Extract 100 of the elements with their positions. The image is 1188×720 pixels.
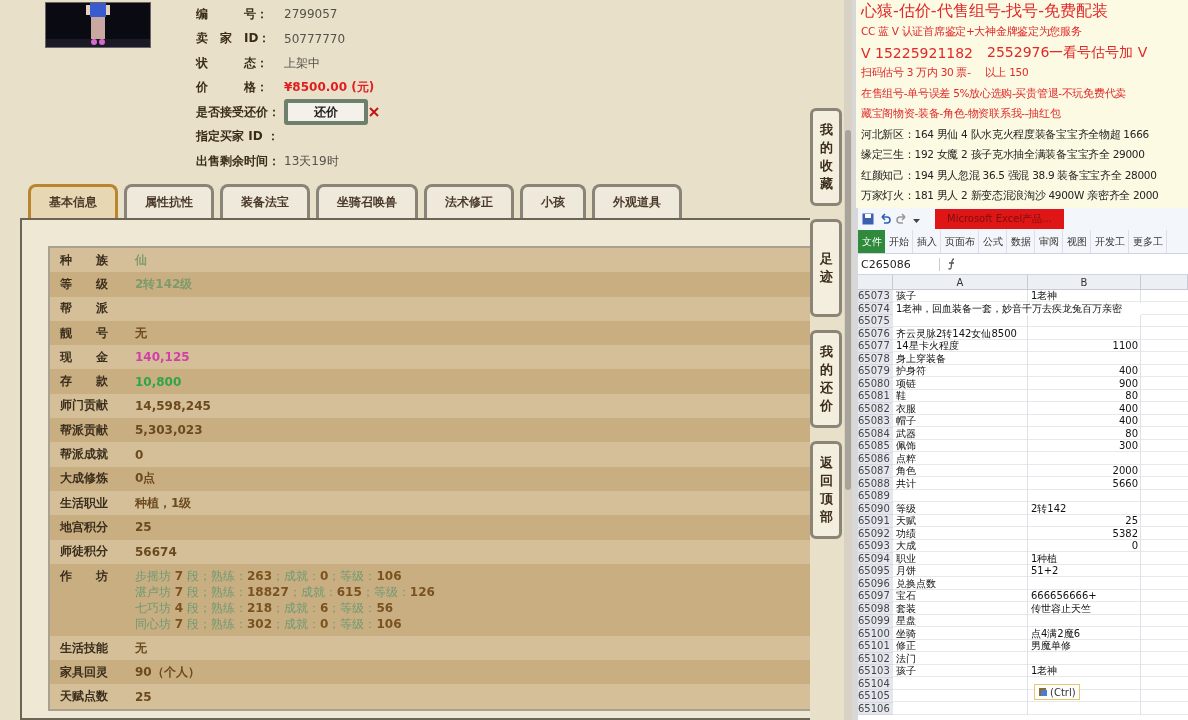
row-label: 师门贡献 (59, 397, 109, 415)
cell-text: 男魔单修 (1030, 640, 1072, 653)
ribbon-tab[interactable]: 公式 (979, 230, 1007, 253)
side-button[interactable]: 足迹 (810, 219, 842, 317)
redo-icon[interactable] (896, 213, 908, 225)
cell-text: 鞋 (895, 390, 907, 403)
scrollbar-thumb[interactable] (845, 130, 851, 490)
clipboard-icon (1038, 687, 1048, 697)
cell-text: 点粹 (895, 452, 917, 465)
workshop-line: 同心坊 7 段；熟练：302；成就：0；等级：106 (135, 615, 403, 632)
tab[interactable]: 小孩 (520, 184, 586, 218)
row-label: 大成修炼 (59, 470, 109, 488)
ribbon-tab[interactable]: 插入 (913, 230, 941, 253)
cell-text: 齐云灵脉2转142女仙8500 (895, 327, 1018, 340)
notice-text: 万家灯火：181 男人 2 新变态混浪淘沙 4900W 亲密齐全 2000 (861, 189, 1159, 204)
row-value: 无 (135, 324, 147, 342)
column-header[interactable]: A (893, 275, 1028, 290)
row-value: 90（个人） (135, 663, 200, 681)
field-value: 上架中 (284, 54, 320, 72)
tab[interactable]: 外观道具 (592, 184, 682, 218)
cell-text: 400 (1117, 415, 1139, 428)
row-value: 0点 (135, 470, 156, 488)
row-value: 56674 (135, 544, 177, 559)
cell-text: 月饼 (895, 565, 917, 578)
row-number: 65079 (858, 365, 893, 378)
field-label: 指定买家 ID ： (196, 128, 280, 146)
side-button[interactable]: 我的还价 (810, 330, 842, 428)
ribbon-tab[interactable]: 开始 (885, 230, 913, 253)
row-value: 140,125 (135, 350, 190, 365)
field-value: 13天19时 (284, 152, 339, 170)
cell-text: 孩子 (895, 665, 917, 678)
row-value: 14,598,245 (135, 398, 211, 413)
notice-text: 红颜知己：194 男人忽混 36.5 强混 38.9 装备宝宝齐全 28000 (861, 168, 1157, 183)
field-label: 状 态： (196, 54, 269, 72)
notice-text: 缘定三生：192 女魔 2 孩子克水抽全满装备宝宝齐全 29000 (861, 148, 1145, 163)
cell-text: 兑换点数 (895, 577, 937, 590)
cell-text: 400 (1117, 365, 1139, 378)
tab[interactable]: 基本信息 (28, 184, 118, 218)
cell-text: 法门 (895, 652, 917, 665)
counter-offer-button[interactable]: 还价 (284, 99, 368, 126)
notice-text: CC 蓝 V 认证首席鉴定+大神金牌鉴定为您服务 (861, 25, 1082, 40)
cell-text: 0 (1130, 540, 1139, 553)
ribbon-tab[interactable]: 更多工 (1129, 230, 1167, 253)
cell-text: 大成 (895, 540, 917, 553)
ribbon-tab[interactable]: 视图 (1063, 230, 1091, 253)
cell-text: 项链 (895, 377, 917, 390)
workshop-line: 湛卢坊 7 段；熟练：18827；成就：615；等级：126 (135, 583, 435, 600)
cell-text: 星盘 (895, 615, 917, 628)
ribbon-tab[interactable]: 开发工 (1091, 230, 1129, 253)
cell-text: 1老神 (1030, 290, 1059, 303)
row-label: 家具回灵 (59, 663, 109, 681)
tab[interactable]: 装备法宝 (220, 184, 310, 218)
row-label: 生活职业 (59, 494, 109, 512)
undo-icon[interactable] (879, 213, 891, 225)
row-number: 65081 (858, 390, 893, 403)
side-button[interactable]: 我的收藏 (810, 108, 842, 206)
cell-text: 14星卡火程度 (895, 340, 960, 353)
ribbon-tab[interactable]: 审阅 (1035, 230, 1063, 253)
ribbon-tab[interactable]: 文件 (858, 230, 885, 253)
row-label: 种 族 (59, 251, 109, 269)
save-icon[interactable] (862, 213, 874, 225)
paste-options-button[interactable]: (Ctrl) (1034, 684, 1080, 700)
row-number: 65073 (858, 290, 893, 303)
cell-text: 佩饰 (895, 440, 917, 453)
row-label: 帮派贡献 (59, 421, 109, 439)
cell-text: 2转142 (1030, 502, 1068, 515)
cell-text: 坐骑 (895, 627, 917, 640)
column-header-area (1141, 275, 1188, 290)
row-number: 65083 (858, 415, 893, 428)
cell-text: 角色 (895, 465, 917, 478)
tab[interactable]: 属性抗性 (124, 184, 214, 218)
row-number: 65103 (858, 665, 893, 678)
tab[interactable]: 法术修正 (424, 184, 514, 218)
row-label: 帮派成就 (59, 446, 109, 463)
cell: 1老神，回血装备一套，妙音千万去疾龙兔百万亲密 (893, 302, 1141, 315)
side-button[interactable]: 返回顶部 (810, 441, 842, 539)
name-box[interactable]: C265086 (858, 257, 940, 271)
row-value: 仙 (135, 251, 147, 269)
field-value: ¥8500.00 (元) (284, 79, 375, 97)
cell-text: 套装 (895, 602, 917, 615)
cell-text: 功绩 (895, 527, 917, 540)
cell-text: 25 (1124, 515, 1139, 528)
row-value: 无 (135, 639, 147, 657)
ribbon-tab[interactable]: 页面布 (941, 230, 979, 253)
row-number: 65099 (858, 615, 893, 628)
row-number: 65075 (858, 315, 893, 328)
cell-text: 修正 (895, 640, 917, 653)
row-number: 65085 (858, 440, 893, 453)
cell-text: 身上穿装备 (895, 352, 947, 365)
row-number: 65097 (858, 590, 893, 603)
column-header[interactable]: B (1028, 275, 1141, 290)
ribbon-tab[interactable]: 数据 (1007, 230, 1035, 253)
row-value: 10,800 (135, 374, 182, 389)
cell-text: 职业 (895, 552, 917, 565)
row-label: 等 级 (59, 275, 109, 293)
cell-text: 1老神 (1030, 665, 1059, 678)
row-number: 65095 (858, 565, 893, 578)
cell-text: 衣服 (895, 402, 917, 415)
tab[interactable]: 坐骑召唤兽 (316, 184, 418, 218)
cell-text: 51+2 (1030, 565, 1060, 578)
